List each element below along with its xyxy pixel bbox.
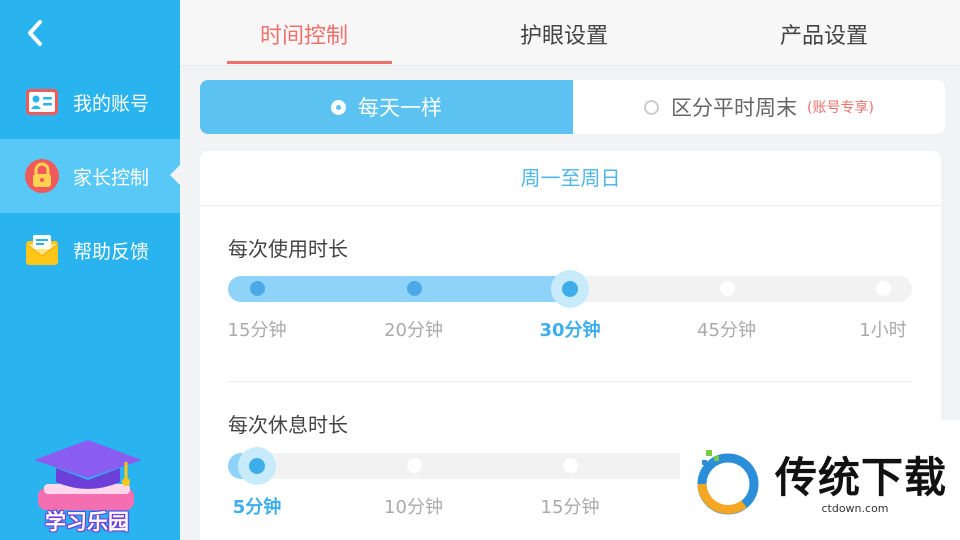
top-tab-bar: 时间控制 护眼设置 产品设置 [180, 0, 960, 66]
watermark-text: 传统下载 [775, 453, 948, 502]
sidebar-item-label: 帮助反馈 [73, 240, 150, 263]
tab-product-settings[interactable]: 产品设置 [780, 18, 868, 50]
rest-option-label[interactable]: 10分钟 [364, 493, 464, 519]
card-header: 周一至周日 [200, 151, 941, 206]
mode-weekday-weekend[interactable]: 区分平时周末 (账号专享) [573, 80, 945, 134]
usage-option-label[interactable]: 45分钟 [677, 316, 777, 342]
app-logo: 学习乐园 [26, 438, 148, 538]
usage-slider-step[interactable] [876, 281, 891, 296]
tab-underline [227, 61, 392, 64]
usage-slider-fill [228, 276, 583, 302]
back-button[interactable] [22, 16, 52, 50]
rest-duration-title: 每次休息时长 [228, 413, 348, 437]
envelope-icon [25, 235, 59, 265]
usage-duration-title: 每次使用时长 [228, 237, 348, 261]
usage-slider-step[interactable] [250, 281, 265, 296]
sidebar-item-label: 家长控制 [73, 166, 150, 189]
sidebar-item-help-feedback[interactable]: 帮助反馈 [0, 213, 180, 287]
active-indicator [170, 165, 180, 185]
rest-slider-step[interactable] [406, 458, 422, 473]
rest-option-label[interactable]: 5分钟 [207, 493, 307, 519]
usage-slider-knob[interactable] [551, 270, 589, 308]
usage-slider-step[interactable] [719, 281, 735, 296]
schedule-mode-toggle: 每天一样 区分平时周末 (账号专享) [200, 80, 945, 134]
usage-option-label[interactable]: 15分钟 [207, 316, 307, 342]
usage-option-label[interactable]: 30分钟 [520, 316, 620, 342]
chevron-left-icon [28, 20, 42, 46]
section-divider [228, 381, 912, 382]
lock-icon [25, 159, 59, 193]
usage-slider-step[interactable] [406, 281, 422, 296]
radio-selected-icon [331, 99, 346, 115]
rest-slider-knob[interactable] [238, 447, 276, 485]
usage-option-label[interactable]: 20分钟 [364, 316, 464, 342]
mode-same-every-day[interactable]: 每天一样 [200, 80, 573, 134]
rest-option-label[interactable]: 15分钟 [520, 493, 620, 519]
logo-text: 学习乐园 [45, 510, 129, 534]
tab-time-control[interactable]: 时间控制 [260, 18, 348, 50]
mode-label: 每天一样 [358, 96, 442, 120]
watermark-url: ctdown.com [775, 502, 935, 515]
sidebar-item-parental-control[interactable]: 家长控制 [0, 139, 180, 213]
app-root: 我的账号 家长控制 帮助反馈 学习乐园 时间控制 护眼设置 产品设置 每天一样 … [0, 0, 960, 540]
sidebar: 我的账号 家长控制 帮助反馈 学习乐园 [0, 0, 180, 540]
rest-slider-step[interactable] [563, 458, 578, 473]
radio-unselected-icon [644, 99, 660, 115]
watermark-logo-icon [697, 450, 759, 515]
usage-duration-slider[interactable] [228, 270, 912, 308]
watermark: 传统下载 ctdown.com [680, 420, 960, 540]
tab-eye-protection[interactable]: 护眼设置 [520, 18, 608, 50]
id-card-icon [26, 89, 58, 115]
sidebar-item-account[interactable]: 我的账号 [0, 65, 180, 139]
usage-option-label[interactable]: 1小时 [833, 316, 933, 342]
premium-tag: (账号专享) [807, 100, 874, 116]
sidebar-item-label: 我的账号 [73, 92, 150, 115]
mode-label: 区分平时周末 [671, 96, 798, 120]
